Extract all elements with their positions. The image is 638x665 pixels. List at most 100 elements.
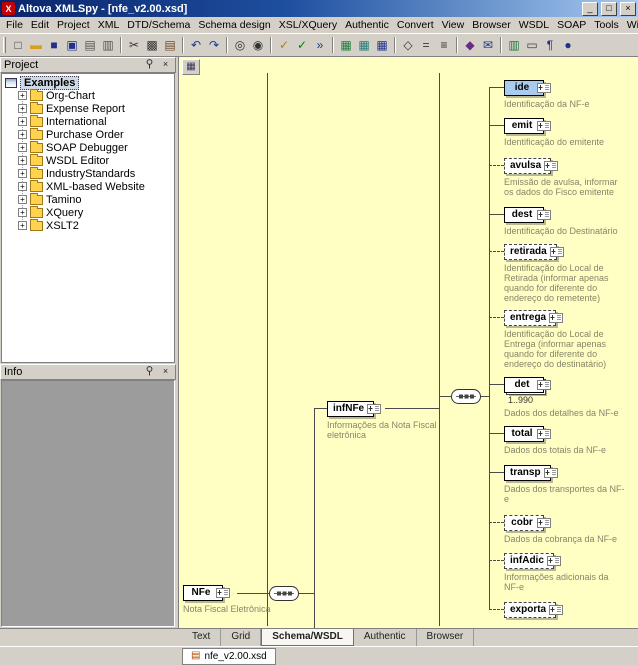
view-tab-grid[interactable]: Grid — [221, 629, 261, 646]
menu-xml[interactable]: XML — [94, 18, 124, 32]
maximize-button[interactable]: □ — [601, 2, 617, 16]
project-item-org-chart[interactable]: +Org-Chart — [2, 89, 174, 102]
element-box[interactable]: emit — [504, 118, 544, 134]
document-tab-nfe[interactable]: ▤ nfe_v2.00.xsd — [182, 648, 276, 665]
expand-icon[interactable] — [537, 121, 551, 131]
menu-browser[interactable]: Browser — [468, 18, 515, 32]
expand-icon[interactable]: + — [18, 182, 27, 191]
schema-element-NFe[interactable]: NFe Nota Fiscal Eletrônica — [183, 585, 333, 614]
expand-icon[interactable]: + — [18, 221, 27, 230]
schema-element-infAdic[interactable]: infAdicInformações adicionais da NF-e — [504, 553, 638, 592]
project-item-tamino[interactable]: +Tamino — [2, 193, 174, 206]
save-all-icon[interactable]: ▣ — [63, 36, 81, 54]
copy-icon[interactable]: ▩ — [143, 36, 161, 54]
expand-icon[interactable] — [537, 83, 551, 93]
view-tab-text[interactable]: Text — [182, 629, 221, 646]
schema-element-transp[interactable]: transpDados dos transportes da NF-e — [504, 465, 638, 504]
element-box[interactable]: transp — [504, 465, 551, 481]
soap-icon[interactable]: ✉ — [479, 36, 497, 54]
element-box[interactable]: dest — [504, 207, 544, 223]
element-icon[interactable]: ◇ — [399, 36, 417, 54]
menu-xsl-xquery[interactable]: XSL/XQuery — [275, 18, 341, 32]
schema-settings-button[interactable]: ▦ — [182, 59, 200, 75]
expand-icon[interactable] — [367, 404, 381, 414]
menu-tools[interactable]: Tools — [590, 18, 623, 32]
schema-element-exporta[interactable]: exporta — [504, 602, 638, 618]
print-preview-icon[interactable]: ▥ — [99, 36, 117, 54]
info-panel-header[interactable]: Info × — [0, 364, 176, 380]
schema-element-retirada[interactable]: retiradaIdentificação do Local de Retira… — [504, 244, 638, 303]
menu-convert[interactable]: Convert — [393, 18, 438, 32]
element-box[interactable]: retirada — [504, 244, 557, 260]
element-box[interactable]: det — [504, 377, 544, 393]
schema-element-total[interactable]: totalDados dos totais da NF-e — [504, 426, 638, 455]
schema-element-entrega[interactable]: entregaIdentificação do Local de Entrega… — [504, 310, 638, 369]
expand-icon[interactable]: + — [18, 130, 27, 139]
check-well-formed-icon[interactable]: ✓ — [275, 36, 293, 54]
expand-icon[interactable] — [537, 518, 551, 528]
menu-dtd-schema[interactable]: DTD/Schema — [123, 18, 194, 32]
project-item-soap-debugger[interactable]: +SOAP Debugger — [2, 141, 174, 154]
element-box[interactable]: infNFe — [327, 401, 374, 417]
expand-icon[interactable]: + — [18, 117, 27, 126]
menu-wsdl[interactable]: WSDL — [515, 18, 553, 32]
schema-element-det[interactable]: det1..990Dados dos detalhes da NF-e — [504, 377, 638, 418]
grid-insert-row-icon[interactable]: ▦ — [337, 36, 355, 54]
element-box[interactable]: exporta — [504, 602, 556, 618]
schema-element-infNFe[interactable]: infNFe Informações da Nota Fiscal eletrô… — [327, 401, 477, 440]
menu-schema-design[interactable]: Schema design — [194, 18, 274, 32]
schema-canvas[interactable]: ▦ NFe Nota Fiscal Eletrônica — [178, 57, 638, 628]
expand-icon[interactable]: + — [18, 104, 27, 113]
cut-icon[interactable]: ✂ — [125, 36, 143, 54]
project-item-industrystandards[interactable]: +IndustryStandards — [2, 167, 174, 180]
view-tab-schema-wsdl[interactable]: Schema/WSDL — [261, 629, 354, 646]
expand-icon[interactable] — [537, 380, 551, 390]
expand-icon[interactable] — [544, 468, 558, 478]
authentic-view-icon[interactable]: ¶ — [541, 36, 559, 54]
expand-icon[interactable] — [549, 313, 563, 323]
minimize-button[interactable]: _ — [582, 2, 598, 16]
project-item-xml-based-website[interactable]: +XML-based Website — [2, 180, 174, 193]
project-item-international[interactable]: +International — [2, 115, 174, 128]
menu-authentic[interactable]: Authentic — [341, 18, 393, 32]
element-box[interactable]: avulsa — [504, 158, 551, 174]
element-box[interactable]: infAdic — [504, 553, 554, 569]
expand-icon[interactable] — [547, 556, 561, 566]
expand-icon[interactable]: + — [18, 195, 27, 204]
grid-table-icon[interactable]: ▦ — [373, 36, 391, 54]
undo-icon[interactable]: ↶ — [187, 36, 205, 54]
menu-window[interactable]: Window — [623, 18, 638, 32]
schema-element-avulsa[interactable]: avulsaEmissão de avulsa, informar os dad… — [504, 158, 638, 197]
menu-file[interactable]: File — [2, 18, 27, 32]
view-tab-browser[interactable]: Browser — [417, 629, 475, 646]
project-item-xquery[interactable]: +XQuery — [2, 206, 174, 219]
project-item-wsdl-editor[interactable]: +WSDL Editor — [2, 154, 174, 167]
element-box[interactable]: cobr — [504, 515, 544, 531]
project-item-xslt2[interactable]: +XSLT2 — [2, 219, 174, 232]
element-box[interactable]: ide — [504, 80, 544, 96]
expand-icon[interactable]: + — [18, 156, 27, 165]
expand-icon[interactable]: + — [18, 208, 27, 217]
wsdl-icon[interactable]: ◆ — [461, 36, 479, 54]
db-table-icon[interactable]: ▥ — [505, 36, 523, 54]
print-icon[interactable]: ▤ — [81, 36, 99, 54]
paste-icon[interactable]: ▤ — [161, 36, 179, 54]
find-icon[interactable]: ◎ — [231, 36, 249, 54]
element-box[interactable]: NFe — [183, 585, 223, 601]
expand-icon[interactable]: + — [18, 143, 27, 152]
pin-icon[interactable] — [143, 366, 156, 378]
expand-icon[interactable] — [216, 588, 230, 598]
element-box[interactable]: entrega — [504, 310, 556, 326]
schema-element-cobr[interactable]: cobrDados da cobrança da NF-e — [504, 515, 638, 544]
close-panel-icon[interactable]: × — [159, 59, 172, 71]
menu-edit[interactable]: Edit — [27, 18, 53, 32]
text-view-icon[interactable]: ≡ — [435, 36, 453, 54]
expand-icon[interactable] — [544, 161, 558, 171]
xslt-transform-icon[interactable]: » — [311, 36, 329, 54]
view-tab-authentic[interactable]: Authentic — [354, 629, 417, 646]
schema-view-icon[interactable]: ▭ — [523, 36, 541, 54]
save-icon[interactable]: ■ — [45, 36, 63, 54]
schema-element-emit[interactable]: emitIdentificação do emitente — [504, 118, 638, 147]
project-item-expense-report[interactable]: +Expense Report — [2, 102, 174, 115]
project-item-purchase-order[interactable]: +Purchase Order — [2, 128, 174, 141]
